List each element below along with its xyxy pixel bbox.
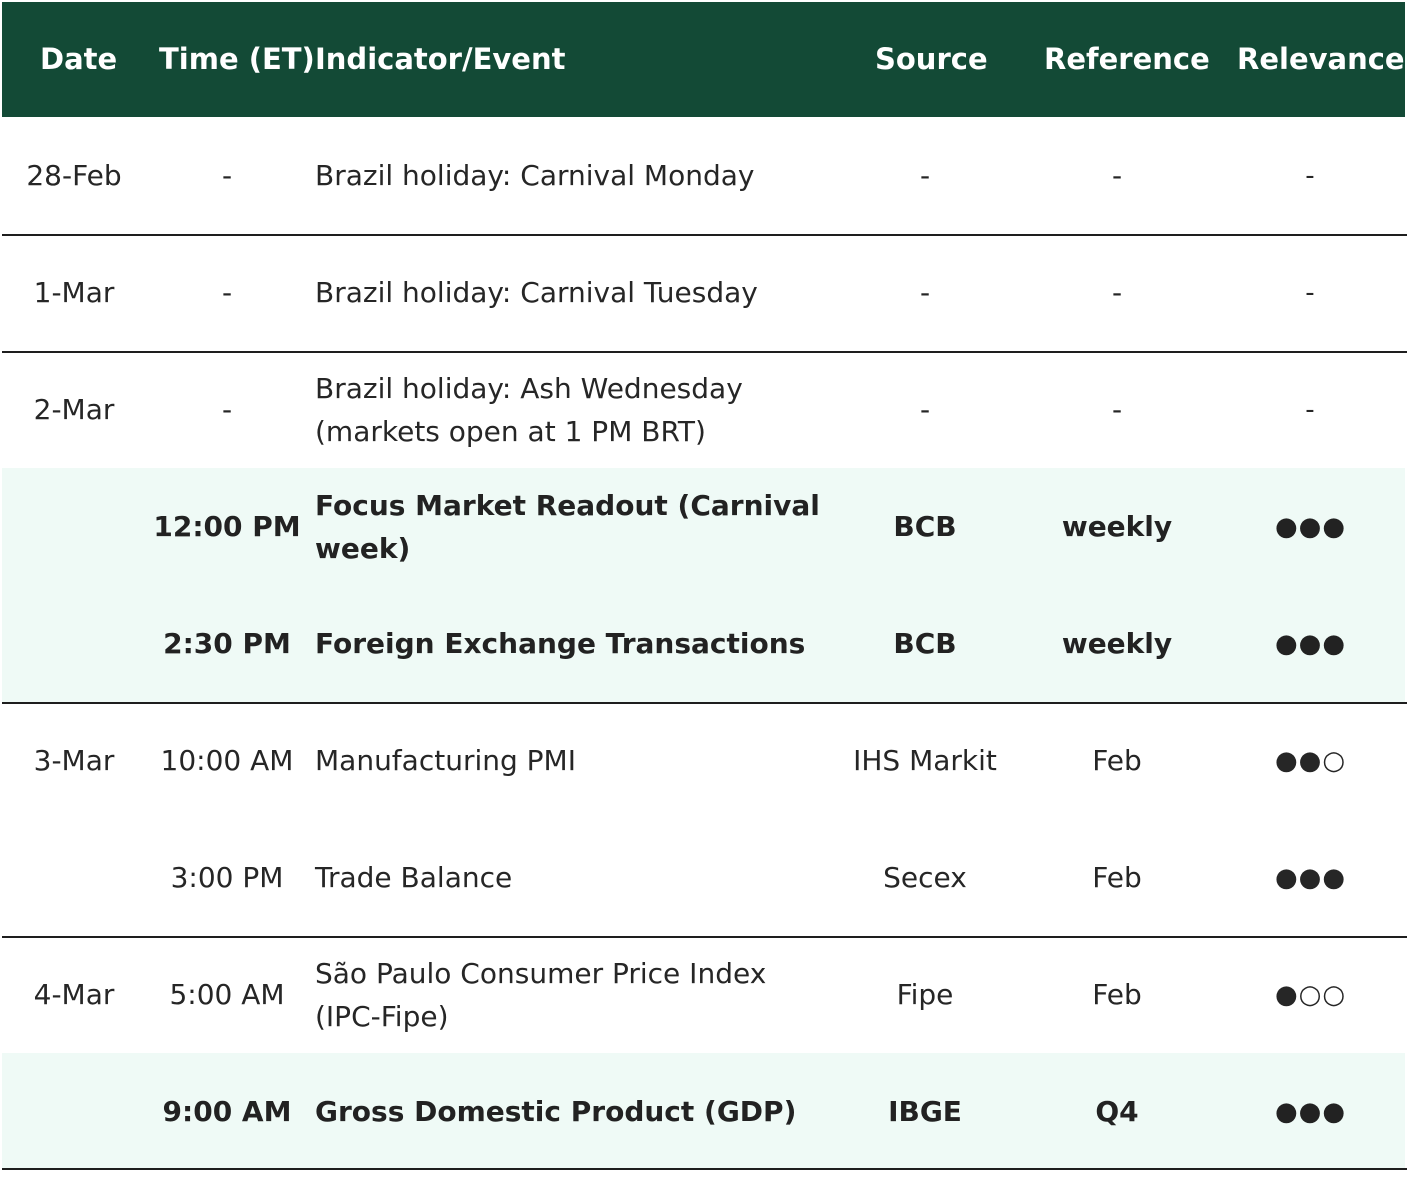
cell-date: 4-Mar xyxy=(33,978,115,1011)
cell-indicator: Trade Balance xyxy=(315,861,513,894)
row-separator xyxy=(2,1168,1407,1170)
cell-indicator: Brazil holiday: Ash Wednesday (markets o… xyxy=(315,371,743,448)
table-row: 3:00 PM Trade Balance Secex Feb ●●● xyxy=(2,819,1405,936)
cell-source: BCB xyxy=(893,627,957,660)
cell-time: 10:00 AM xyxy=(160,744,294,777)
cell-reference: Q4 xyxy=(1095,1095,1139,1128)
cell-indicator: Manufacturing PMI xyxy=(315,744,576,777)
cell-date xyxy=(2,468,146,585)
cell-source: - xyxy=(919,276,931,309)
cell-relevance: ●●● xyxy=(1274,511,1347,542)
cell-reference: - xyxy=(1111,159,1123,192)
header-indicator: Indicator/Event xyxy=(315,42,566,76)
cell-date: 28-Feb xyxy=(26,159,122,192)
cell-date: 1-Mar xyxy=(33,276,115,309)
cell-date xyxy=(2,1053,146,1170)
cell-indicator: Gross Domestic Product (GDP) xyxy=(315,1095,797,1128)
cell-reference: - xyxy=(1111,393,1123,426)
header-relevance: Relevance xyxy=(1237,42,1405,76)
table-row-highlighted: 12:00 PM Focus Market Readout (Carnival … xyxy=(2,468,1405,585)
table-header: Date Time (ET) Indicator/Event Source Re… xyxy=(2,2,1405,117)
cell-date xyxy=(2,819,146,936)
cell-date: 3-Mar xyxy=(33,744,115,777)
table-row-highlighted: 2:30 PM Foreign Exchange Transactions BC… xyxy=(2,585,1405,702)
cell-relevance: ●○○ xyxy=(1274,979,1347,1010)
cell-relevance: - xyxy=(1305,160,1316,191)
cell-source: - xyxy=(919,159,931,192)
cell-time: 3:00 PM xyxy=(170,861,284,894)
cell-time: 12:00 PM xyxy=(153,510,301,543)
cell-indicator: Brazil holiday: Carnival Monday xyxy=(315,159,755,192)
table-row: 2-Mar - Brazil holiday: Ash Wednesday (m… xyxy=(2,351,1405,468)
cell-reference: Feb xyxy=(1092,861,1142,894)
cell-reference: Feb xyxy=(1092,978,1142,1011)
cell-indicator: Foreign Exchange Transactions xyxy=(315,627,806,660)
cell-time: - xyxy=(221,159,233,192)
cell-source: IHS Markit xyxy=(853,744,997,777)
cell-reference: Feb xyxy=(1092,744,1142,777)
cell-date xyxy=(2,585,146,702)
cell-source: Secex xyxy=(883,861,967,894)
table-row: 4-Mar 5:00 AM São Paulo Consumer Price I… xyxy=(2,936,1405,1053)
cell-relevance: ●●● xyxy=(1274,628,1347,659)
cell-time: 9:00 AM xyxy=(162,1095,292,1128)
cell-reference: weekly xyxy=(1061,510,1173,543)
cell-relevance: - xyxy=(1305,394,1316,425)
cell-source: IBGE xyxy=(888,1095,962,1128)
table-row: 3-Mar 10:00 AM Manufacturing PMI IHS Mar… xyxy=(2,702,1405,819)
header-reference: Reference xyxy=(1044,42,1210,76)
table-row: 28-Feb - Brazil holiday: Carnival Monday… xyxy=(2,117,1405,234)
cell-relevance: ●●● xyxy=(1274,1096,1347,1127)
cell-indicator: Brazil holiday: Carnival Tuesday xyxy=(315,276,758,309)
header-source: Source xyxy=(875,42,988,76)
table-row: 1-Mar - Brazil holiday: Carnival Tuesday… xyxy=(2,234,1405,351)
header-date: Date xyxy=(40,42,118,76)
cell-indicator: Focus Market Readout (Carnival week) xyxy=(315,488,820,565)
cell-time: - xyxy=(221,276,233,309)
cell-source: - xyxy=(919,393,931,426)
cell-relevance: ●●● xyxy=(1274,862,1347,893)
cell-time: - xyxy=(221,393,233,426)
cell-source: BCB xyxy=(893,510,957,543)
cell-time: 5:00 AM xyxy=(169,978,285,1011)
cell-reference: - xyxy=(1111,276,1123,309)
cell-source: Fipe xyxy=(896,978,954,1011)
cell-indicator: São Paulo Consumer Price Index (IPC-Fipe… xyxy=(315,956,767,1033)
cell-relevance: - xyxy=(1305,277,1316,308)
cell-reference: weekly xyxy=(1061,627,1173,660)
header-time: Time (ET) xyxy=(159,42,315,76)
cell-relevance: ●●○ xyxy=(1274,745,1347,776)
cell-date: 2-Mar xyxy=(33,393,115,426)
table-row-highlighted: 9:00 AM Gross Domestic Product (GDP) IBG… xyxy=(2,1053,1405,1170)
cell-time: 2:30 PM xyxy=(163,627,291,660)
